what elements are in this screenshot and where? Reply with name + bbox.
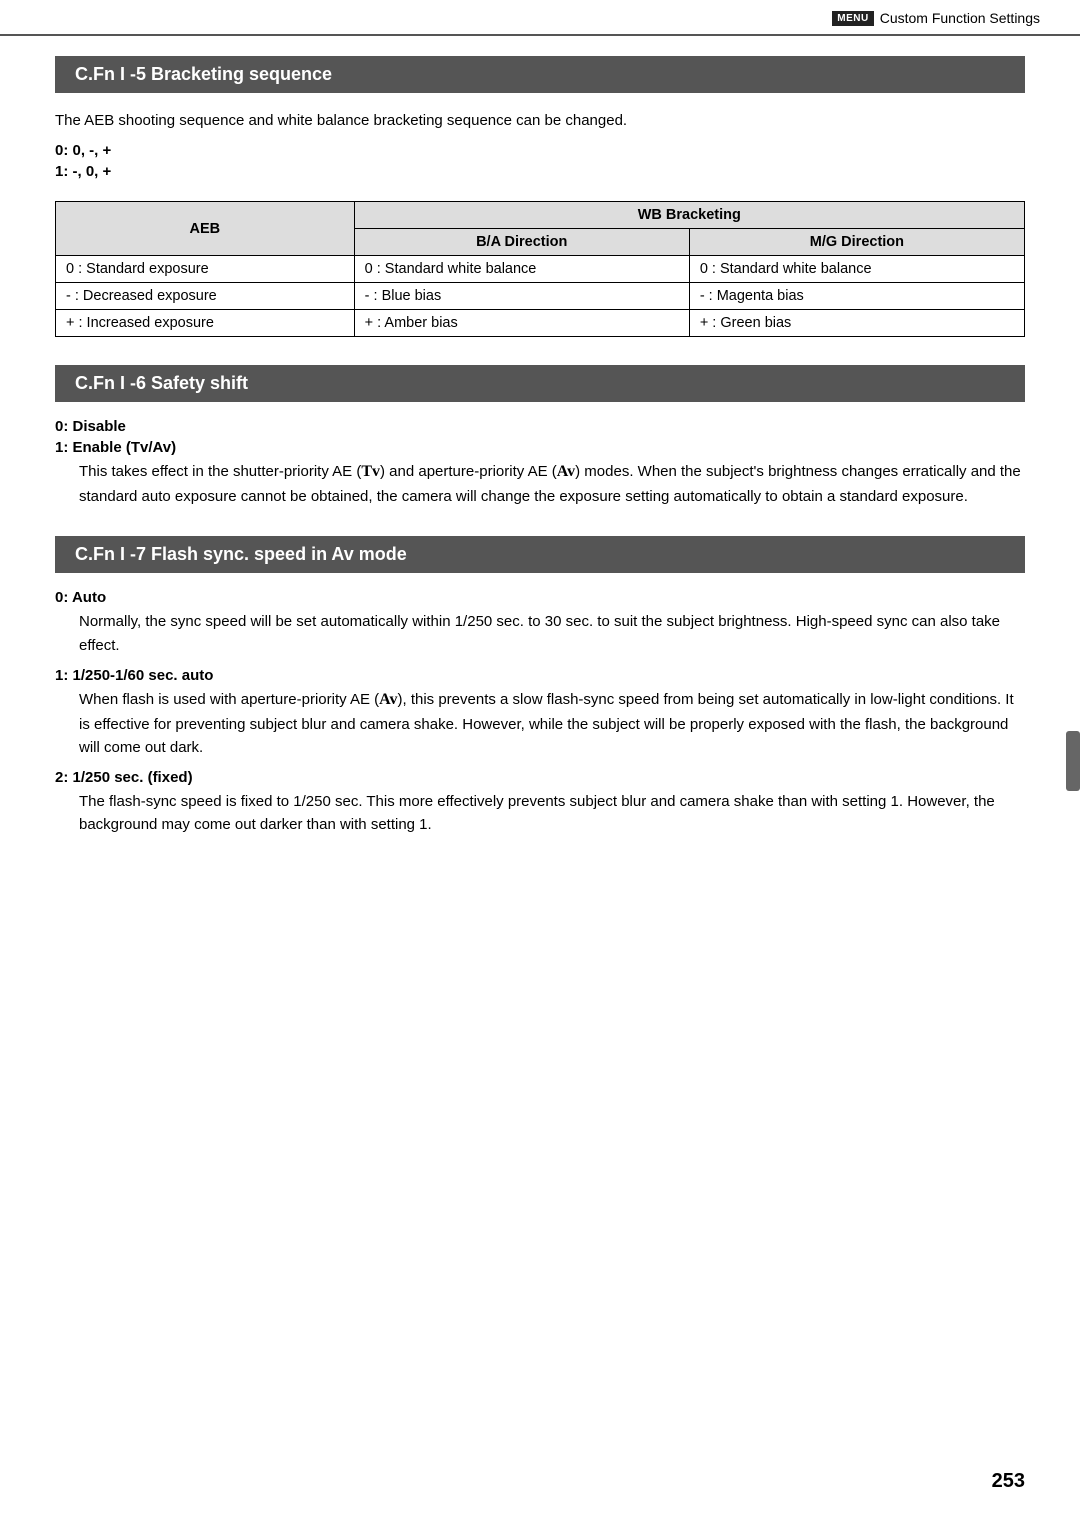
table-cell-aeb-1: - : Decreased exposure xyxy=(56,283,355,310)
section-header-2: C.Fn I -6 Safety shift xyxy=(55,365,1025,402)
av-mode: Av xyxy=(557,463,575,480)
header-title: Custom Function Settings xyxy=(880,10,1040,26)
table-row: 0 : Standard exposure 0 : Standard white… xyxy=(56,256,1025,283)
av-mode-2: Av xyxy=(379,691,397,708)
option-2-1-desc: This takes effect in the shutter-priorit… xyxy=(79,460,1025,508)
table-cell-mg-1: - : Magenta bias xyxy=(689,283,1024,310)
page-wrapper: MENU Custom Function Settings C.Fn I -5 … xyxy=(0,0,1080,1521)
option-3-1-desc: When flash is used with aperture-priorit… xyxy=(79,688,1025,759)
table-row: - : Decreased exposure - : Blue bias - :… xyxy=(56,283,1025,310)
option-3-1: 1: 1/250-1/60 sec. auto xyxy=(55,667,1025,684)
table-cell-aeb-2: + : Increased exposure xyxy=(56,310,355,337)
option-2-0: 0: Disable xyxy=(55,418,1025,435)
table-header-wb: WB Bracketing xyxy=(354,202,1024,229)
menu-icon: MENU xyxy=(832,11,873,26)
option-3-2-desc: The flash-sync speed is fixed to 1/250 s… xyxy=(79,790,1025,837)
table-header-ba: B/A Direction xyxy=(354,229,689,256)
table-cell-ba-1: - : Blue bias xyxy=(354,283,689,310)
section-1-desc: The AEB shooting sequence and white bala… xyxy=(55,109,1025,132)
side-scrollbar xyxy=(1066,731,1080,791)
table-cell-mg-0: 0 : Standard white balance xyxy=(689,256,1024,283)
option-3-2: 2: 1/250 sec. (fixed) xyxy=(55,769,1025,786)
section-flash-sync: C.Fn I -7 Flash sync. speed in Av mode 0… xyxy=(55,536,1025,836)
table-row: + : Increased exposure + : Amber bias + … xyxy=(56,310,1025,337)
table-cell-aeb-0: 0 : Standard exposure xyxy=(56,256,355,283)
main-content: C.Fn I -5 Bracketing sequence The AEB sh… xyxy=(0,36,1080,925)
section-bracketing: C.Fn I -5 Bracketing sequence The AEB sh… xyxy=(55,56,1025,337)
section-header-1: C.Fn I -5 Bracketing sequence xyxy=(55,56,1025,93)
header-bar: MENU Custom Function Settings xyxy=(0,0,1080,36)
option-2-1: 1: Enable (Tv/Av) xyxy=(55,439,1025,456)
section-safety: C.Fn I -6 Safety shift 0: Disable 1: Ena… xyxy=(55,365,1025,508)
option-1-0: 0: 0, -, + xyxy=(55,142,1025,159)
table-cell-ba-0: 0 : Standard white balance xyxy=(354,256,689,283)
table-cell-mg-2: + : Green bias xyxy=(689,310,1024,337)
option-3-0: 0: Auto xyxy=(55,589,1025,606)
option-1-1: 1: -, 0, + xyxy=(55,163,1025,180)
table-cell-ba-2: + : Amber bias xyxy=(354,310,689,337)
section-header-3: C.Fn I -7 Flash sync. speed in Av mode xyxy=(55,536,1025,573)
table-header-mg: M/G Direction xyxy=(689,229,1024,256)
page-number: 253 xyxy=(992,1470,1025,1493)
option-3-0-desc: Normally, the sync speed will be set aut… xyxy=(79,610,1025,657)
tv-mode: Tv xyxy=(361,463,380,480)
table-header-aeb: AEB xyxy=(56,202,355,256)
bracketing-table: AEB WB Bracketing B/A Direction M/G Dire… xyxy=(55,201,1025,337)
